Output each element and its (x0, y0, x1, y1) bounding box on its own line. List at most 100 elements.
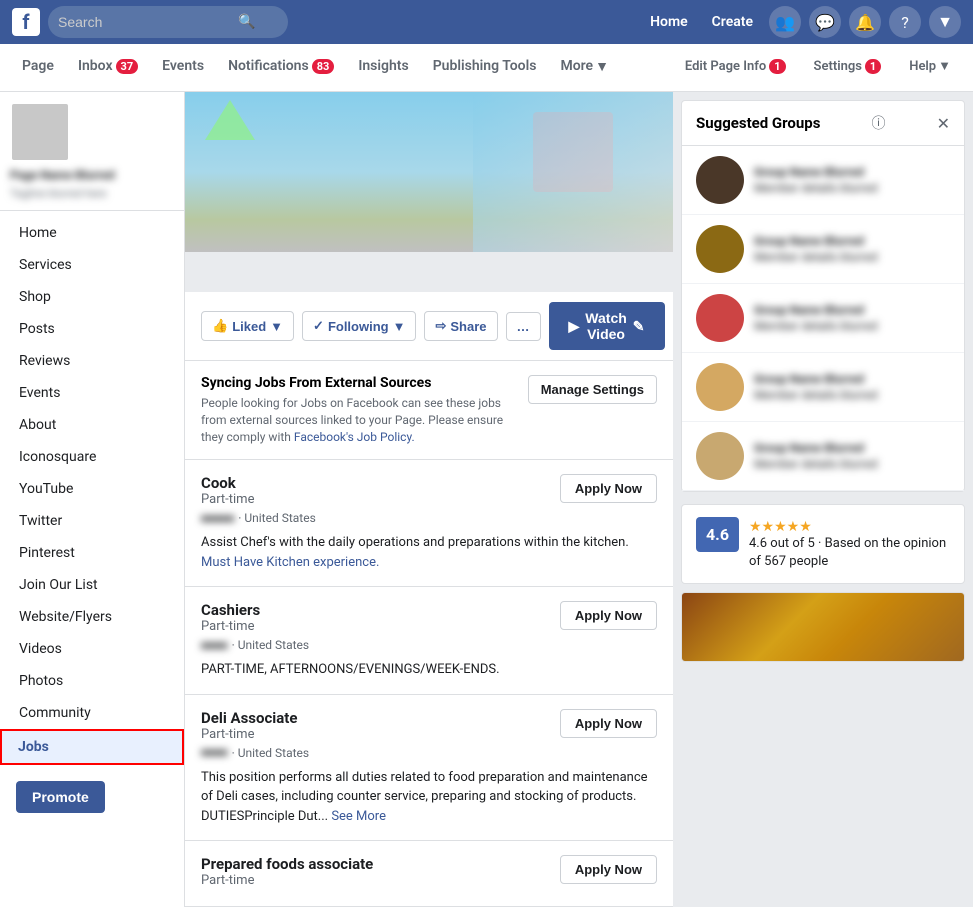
job-info-prepared-foods: Prepared foods associate Part-time (201, 855, 373, 892)
chevron-down-icon[interactable]: ▼ (929, 6, 961, 38)
right-sidebar: Suggested Groups ⓘ ✕ Group Name Blurred … (673, 92, 973, 907)
main-wrapper: Page Name Blurred Tagline blurred here H… (0, 92, 973, 907)
group-meta-1: Member details blurred (754, 181, 950, 195)
job-info-deli: Deli Associate Part-time ■■■■ · United S… (201, 709, 309, 760)
notifications-badge: 83 (312, 59, 335, 74)
group-info-1: Group Name Blurred Member details blurre… (754, 165, 950, 195)
group-name-4: Group Name Blurred (754, 372, 950, 386)
suggested-group-item-1: Group Name Blurred Member details blurre… (682, 146, 964, 215)
sidebar-item-shop[interactable]: Shop (0, 281, 184, 313)
facebook-logo: f (12, 8, 40, 36)
search-input[interactable] (58, 14, 238, 30)
following-button[interactable]: ✓ Following ▼ (302, 311, 416, 341)
people-icon[interactable]: 👥 (769, 6, 801, 38)
info-icon: ⓘ (872, 113, 886, 133)
tab-page[interactable]: Page (10, 44, 66, 92)
following-check-icon: ✓ (313, 318, 324, 334)
job-location-cashiers: ■■■■ · United States (201, 638, 309, 652)
bell-icon[interactable]: 🔔 (849, 6, 881, 38)
job-card-cook: Cook Part-time ■■■■■ · United States App… (185, 460, 673, 587)
group-avatar-3 (696, 294, 744, 342)
suggested-group-item-4: Group Name Blurred Member details blurre… (682, 353, 964, 422)
sidebar-item-join-our-list[interactable]: Join Our List (0, 569, 184, 601)
watch-video-button[interactable]: ▶ Watch Video ✎ (549, 302, 665, 350)
tab-events[interactable]: Events (150, 44, 216, 92)
apply-button-prepared-foods[interactable]: Apply Now (560, 855, 657, 884)
sidebar-item-about[interactable]: About (0, 409, 184, 441)
sidebar-item-iconosquare[interactable]: Iconosquare (0, 441, 184, 473)
group-info-2: Group Name Blurred Member details blurre… (754, 234, 950, 264)
top-nav-right: Home Create 👥 💬 🔔 ? ▼ (642, 6, 961, 38)
tab-more[interactable]: More ▼ (548, 44, 620, 92)
tab-help[interactable]: Help ▼ (897, 44, 963, 92)
messenger-icon[interactable]: 💬 (809, 6, 841, 38)
tab-publishing-tools[interactable]: Publishing Tools (421, 44, 549, 92)
suggested-group-item-5: Group Name Blurred Member details blurre… (682, 422, 964, 491)
sidebar-item-home[interactable]: Home (0, 217, 184, 249)
tab-notifications[interactable]: Notifications 83 (216, 44, 346, 92)
tab-edit-page-info[interactable]: Edit Page Info 1 (673, 44, 798, 92)
settings-badge: 1 (865, 59, 881, 74)
main-content: 👍 Liked ▼ ✓ Following ▼ ⇨ Share … ▶ Watc… (185, 92, 673, 907)
job-header-deli: Deli Associate Part-time ■■■■ · United S… (201, 709, 657, 760)
create-nav-link[interactable]: Create (704, 10, 761, 34)
cover-right (473, 92, 673, 252)
home-nav-link[interactable]: Home (642, 10, 696, 34)
sidebar-item-posts[interactable]: Posts (0, 313, 184, 345)
share-button[interactable]: ⇨ Share (424, 311, 497, 341)
page-tab-right: Edit Page Info 1 Settings 1 Help ▼ (673, 44, 963, 92)
sidebar-item-youtube[interactable]: YouTube (0, 473, 184, 505)
apply-button-cashiers[interactable]: Apply Now (560, 601, 657, 630)
group-avatar-1 (696, 156, 744, 204)
help-icon[interactable]: ? (889, 6, 921, 38)
job-location-cook: ■■■■■ · United States (201, 511, 316, 525)
group-avatar-5 (696, 432, 744, 480)
cover-decoration (205, 100, 255, 140)
tab-inbox[interactable]: Inbox 37 (66, 44, 150, 92)
sidebar-item-reviews[interactable]: Reviews (0, 345, 184, 377)
sidebar-item-photos[interactable]: Photos (0, 665, 184, 697)
close-suggested-groups-button[interactable]: ✕ (937, 114, 950, 133)
job-location-deli: ■■■■ · United States (201, 746, 309, 760)
sidebar-item-pinterest[interactable]: Pinterest (0, 537, 184, 569)
sidebar-nav: Home Services Shop Posts Reviews Events … (0, 211, 184, 771)
more-options-button[interactable]: … (506, 312, 541, 341)
promote-button[interactable]: Promote (16, 781, 105, 813)
job-description-cook: Assist Chef's with the daily operations … (201, 533, 657, 572)
sidebar-item-events[interactable]: Events (0, 377, 184, 409)
job-card-cashiers: Cashiers Part-time ■■■■ · United States … (185, 587, 673, 695)
tab-settings[interactable]: Settings 1 (802, 44, 894, 92)
liked-button[interactable]: 👍 Liked ▼ (201, 311, 294, 341)
syncing-text: Syncing Jobs From External Sources Peopl… (201, 375, 516, 445)
sidebar-item-twitter[interactable]: Twitter (0, 505, 184, 537)
job-type-cook: Part-time (201, 492, 316, 507)
sidebar-item-community[interactable]: Community (0, 697, 184, 729)
see-more-link-deli[interactable]: See More (331, 809, 386, 824)
jobs-container: Syncing Jobs From External Sources Peopl… (185, 361, 673, 907)
sidebar: Page Name Blurred Tagline blurred here H… (0, 92, 185, 907)
group-name-1: Group Name Blurred (754, 165, 950, 179)
pencil-icon: ✎ (633, 318, 645, 335)
apply-button-deli[interactable]: Apply Now (560, 709, 657, 738)
job-policy-link[interactable]: Facebook's Job Policy. (294, 430, 415, 444)
page-actions-bar: 👍 Liked ▼ ✓ Following ▼ ⇨ Share … ▶ Watc… (185, 292, 673, 361)
search-icon: 🔍 (238, 14, 255, 30)
page-name: Page Name Blurred (10, 168, 174, 184)
group-info-4: Group Name Blurred Member details blurre… (754, 372, 950, 402)
cover-photo-section (185, 92, 673, 292)
sidebar-item-videos[interactable]: Videos (0, 633, 184, 665)
sidebar-item-jobs[interactable]: Jobs (0, 729, 184, 765)
sidebar-item-services[interactable]: Services (0, 249, 184, 281)
thumbs-up-icon: 👍 (212, 318, 228, 334)
job-company-cook: ■■■■■ (201, 512, 234, 525)
group-info-3: Group Name Blurred Member details blurre… (754, 303, 950, 333)
tab-insights[interactable]: Insights (346, 44, 420, 92)
video-icon: ▶ (569, 318, 580, 335)
sidebar-item-website-flyers[interactable]: Website/Flyers (0, 601, 184, 633)
must-have-link[interactable]: Must Have Kitchen experience. (201, 555, 379, 570)
job-company-cashiers: ■■■■ (201, 639, 228, 652)
job-type-deli: Part-time (201, 727, 309, 742)
manage-settings-button[interactable]: Manage Settings (528, 375, 657, 404)
apply-button-cook[interactable]: Apply Now (560, 474, 657, 503)
group-avatar-2 (696, 225, 744, 273)
